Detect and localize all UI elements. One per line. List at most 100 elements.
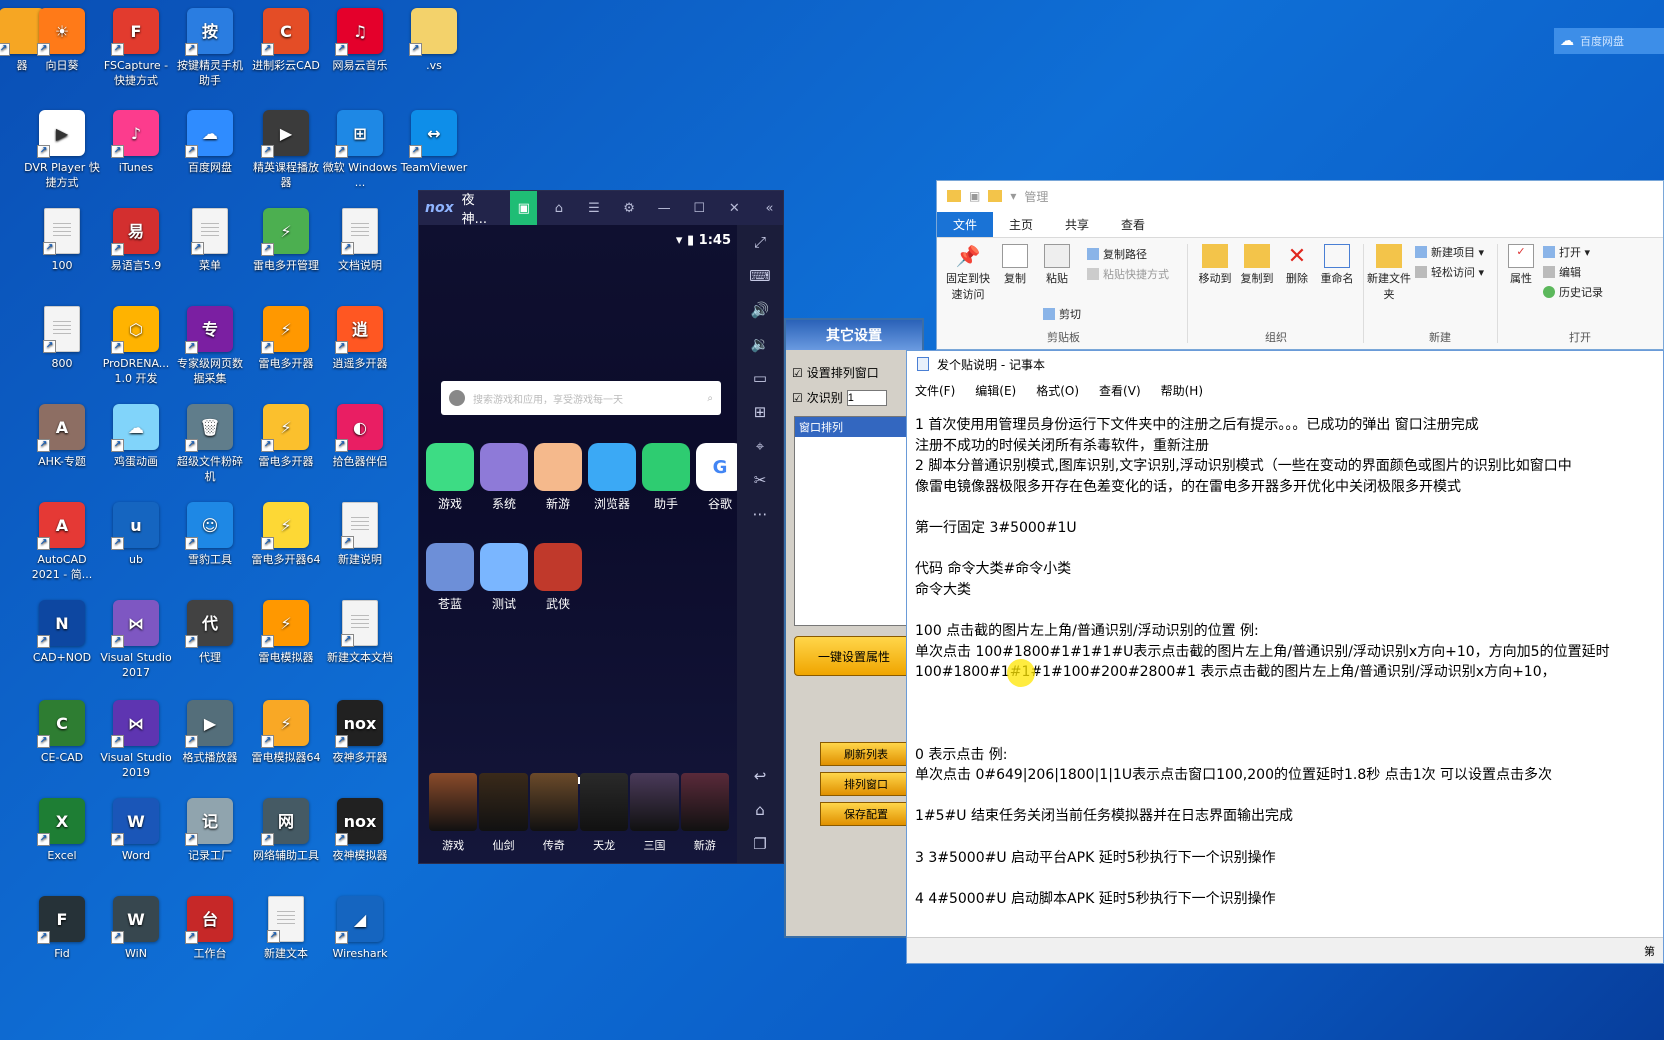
recent-icon[interactable]: ❐	[753, 835, 766, 853]
desktop-icon[interactable]: ↗ 新建文本	[248, 896, 324, 961]
desktop-icon[interactable]: ⋈ ↗ Visual Studio 2017	[98, 600, 174, 680]
android-screen[interactable]: ▾ ▮ 1:45 搜索游戏和应用，享受游戏每一天 ⌕ 游戏 系统 新游 浏览器 助手 G 谷…	[419, 225, 744, 863]
recognize-count-row[interactable]: ☑ 次识别	[786, 385, 922, 410]
desktop-icon[interactable]: 专 ↗ 专家级网页数据采集	[172, 306, 248, 386]
android-app[interactable]: 武侠	[533, 543, 583, 612]
rename-button[interactable]: 重命名	[1317, 244, 1357, 286]
screen-icon[interactable]: ▭	[753, 369, 767, 387]
desktop-icon[interactable]: ↗ 800	[24, 306, 100, 371]
tab-view[interactable]: 查看	[1105, 212, 1161, 237]
new-item-button[interactable]: 新建项目 ▾	[1415, 244, 1484, 260]
dropdown-icon[interactable]: ▾	[1010, 189, 1016, 203]
multi-instance-icon[interactable]: ▣	[510, 191, 538, 225]
app-search-bar[interactable]: 搜索游戏和应用，享受游戏每一天 ⌕	[441, 381, 721, 415]
desktop-icon[interactable]: ◢ ↗ Wireshark	[322, 896, 398, 961]
desktop-icon[interactable]: 🗑 ↗ 超级文件粉碎机	[172, 404, 248, 484]
cut-button[interactable]: 剪切	[1043, 306, 1081, 322]
close-icon[interactable]: ✕	[721, 191, 748, 225]
desktop-icon[interactable]: ⚡ ↗ 雷电模拟器	[248, 600, 324, 665]
copy-button[interactable]: 复制	[995, 244, 1035, 286]
desktop-icon[interactable]: ☁ ↗ 百度网盘	[172, 110, 248, 175]
desktop-icon[interactable]: ☀ ↗ 向日葵	[24, 8, 100, 73]
menu-item[interactable]: 格式(O)	[1036, 382, 1079, 399]
desktop-icon[interactable]: A ↗ AutoCAD 2021 - 简...	[24, 502, 100, 582]
new-folder-icon[interactable]	[988, 190, 1003, 202]
file-explorer-window[interactable]: ▣ ▾ 管理 文件 主页 共享 查看 📌 固定到快速访问 复制 粘贴 复制路径 …	[936, 180, 1664, 350]
shake-icon[interactable]: ✂	[754, 471, 767, 489]
fullscreen-icon[interactable]: ⤢	[754, 233, 766, 251]
desktop-icon[interactable]: ↗ 100	[24, 208, 100, 273]
desktop-icon[interactable]: A ↗ AHK-专题	[24, 404, 100, 469]
window-listbox[interactable]: 窗口排列	[794, 416, 914, 626]
desktop-icon[interactable]: ☁ ↗ 鸡蛋动画	[98, 404, 174, 469]
properties-button[interactable]: ✓ 属性	[1503, 244, 1539, 286]
desktop-icon[interactable]: ⬡ ↗ ProDRENA... 1.0 开发	[98, 306, 174, 386]
move-to-button[interactable]: 移动到	[1195, 244, 1235, 286]
tab-file[interactable]: 文件	[937, 212, 994, 237]
keyboard-icon[interactable]: ⌨	[749, 267, 771, 285]
desktop-icon[interactable]: N ↗ CAD+NOD	[24, 600, 100, 665]
desktop-icon[interactable]: ⚡ ↗ 雷电多开器	[248, 306, 324, 371]
location-icon[interactable]: ⌖	[756, 437, 764, 455]
back-icon[interactable]: ↩	[754, 767, 767, 785]
desktop-icon[interactable]: ☺ ↗ 雪豹工具	[172, 502, 248, 567]
desktop-icon[interactable]: 按 ↗ 按键精灵手机助手	[172, 8, 248, 88]
desktop-icon[interactable]: ⚡ ↗ 雷电多开器64	[248, 502, 324, 567]
settings-icon[interactable]: ⚙	[615, 191, 642, 225]
desktop-icon[interactable]: ↗ 菜单	[172, 208, 248, 273]
history-button[interactable]: 历史记录	[1543, 284, 1603, 300]
notepad-titlebar[interactable]: 发个贴说明 - 记事本	[907, 351, 1663, 377]
desktop-icon[interactable]: ⊞ ↗ 微软 Windows ...	[322, 110, 398, 190]
desktop-icon[interactable]: ↗ 新建文本文档	[322, 600, 398, 665]
desktop-icon[interactable]: 代 ↗ 代理	[172, 600, 248, 665]
desktop-icon[interactable]: ⋈ ↗ Visual Studio 2019	[98, 700, 174, 780]
maximize-icon[interactable]: ☐	[686, 191, 713, 225]
menu-item[interactable]: 帮助(H)	[1161, 382, 1203, 399]
home-icon[interactable]: ⌂	[755, 801, 765, 819]
settings-side-button[interactable]: 保存配置	[820, 802, 912, 826]
desktop-icon[interactable]: ◐ ↗ 拾色器伴侣	[322, 404, 398, 469]
edit-button[interactable]: 编辑	[1543, 264, 1581, 280]
desktop-icon[interactable]: 网 ↗ 网络辅助工具	[248, 798, 324, 863]
tab-home[interactable]: 主页	[993, 212, 1049, 237]
menu-icon[interactable]: ☰	[580, 191, 607, 225]
desktop-icon[interactable]: u ↗ ub	[98, 502, 174, 567]
more-icon[interactable]: ⋯	[753, 505, 768, 523]
copy-to-button[interactable]: 复制到	[1237, 244, 1277, 286]
desktop-icon[interactable]: ↗ 新建说明	[322, 502, 398, 567]
desktop-icon[interactable]: 易 ↗ 易语言5.9	[98, 208, 174, 273]
android-app[interactable]: 浏览器	[587, 443, 637, 512]
menu-item[interactable]: 查看(V)	[1099, 382, 1141, 399]
android-app[interactable]: 测试	[479, 543, 529, 612]
desktop-icon[interactable]: W ↗ Word	[98, 798, 174, 863]
desktop-icon[interactable]: ↗ .vs	[396, 8, 472, 73]
desktop-icon[interactable]: ♫ ↗ 网易云音乐	[322, 8, 398, 73]
minimize-icon[interactable]: —	[651, 191, 678, 225]
desktop-icon[interactable]: 台 ↗ 工作台	[172, 896, 248, 961]
desktop-icon[interactable]: ↔ ↗ TeamViewer	[396, 110, 472, 175]
desktop-icon[interactable]: nox ↗ 夜神模拟器	[322, 798, 398, 863]
desktop-icon[interactable]: ▶ ↗ 精英课程播放器	[248, 110, 324, 190]
search-icon[interactable]: ⌕	[707, 393, 721, 404]
arrange-window-checkbox[interactable]: ☑ 设置排列窗口	[786, 360, 922, 385]
count-input[interactable]	[846, 389, 887, 406]
game-thumbnail[interactable]: 仙剑	[479, 773, 528, 863]
nox-emulator-window[interactable]: nox 夜神... ▣ ⌂ ☰ ⚙ — ☐ ✕ « ▾ ▮ 1:45 搜索游戏和…	[418, 190, 784, 864]
delete-button[interactable]: ✕ 删除	[1279, 244, 1315, 286]
horizontal-scrollbar[interactable]: 第	[907, 937, 1663, 963]
open-button[interactable]: 打开 ▾	[1543, 244, 1590, 260]
android-app[interactable]: 系统	[479, 443, 529, 512]
shirt-icon[interactable]: ⌂	[545, 191, 572, 225]
game-thumbnail[interactable]: 游戏	[429, 773, 478, 863]
desktop-icon[interactable]: ⚡ ↗ 雷电模拟器64	[248, 700, 324, 765]
desktop-icon[interactable]: ▶ ↗ 格式播放器	[172, 700, 248, 765]
collapse-icon[interactable]: «	[756, 191, 783, 225]
game-thumbnail[interactable]: 新游	[680, 773, 729, 863]
desktop-icon[interactable]: ⚡ ↗ 雷电多开管理	[248, 208, 324, 273]
notepad-window[interactable]: 发个贴说明 - 记事本 文件(F) 编辑(E) 格式(O) 查看(V) 帮助(H) 1 …	[906, 350, 1664, 964]
desktop-icon[interactable]: 逍 ↗ 逍遥多开器	[322, 306, 398, 371]
settings-dialog[interactable]: 其它设置 ☑ 设置排列窗口 ☑ 次识别 窗口排列 一键设置属性 刷新列表排列窗口…	[784, 318, 924, 938]
desktop-icon[interactable]: ⚡ ↗ 雷电多开器	[248, 404, 324, 469]
desktop-icon[interactable]: W ↗ WiN	[98, 896, 174, 961]
apply-properties-button[interactable]: 一键设置属性	[794, 636, 914, 676]
